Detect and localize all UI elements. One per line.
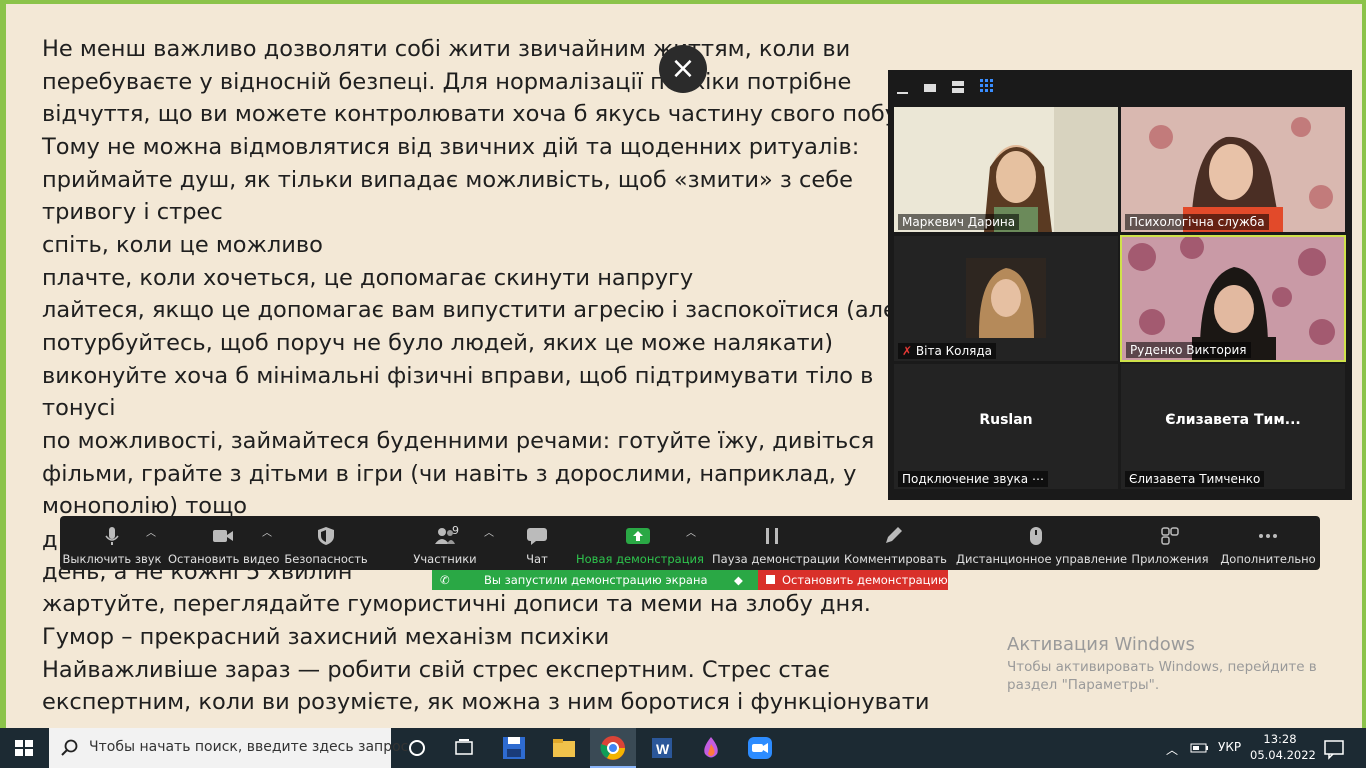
single-view-icon[interactable] — [923, 78, 937, 96]
language-indicator[interactable]: УКР — [1218, 740, 1241, 754]
doc-line: плачте, коли хочеться, це допомагає скин… — [42, 265, 694, 291]
doc-line: лайтеся, якщо це допомагає вам випустити… — [42, 297, 897, 323]
more-dots-icon — [1259, 534, 1277, 538]
minimize-icon[interactable] — [896, 78, 910, 96]
participant-tile-active-speaker[interactable]: Руденко Виктория — [1120, 235, 1346, 362]
pencil-icon — [886, 527, 902, 543]
grid-view-icon[interactable] — [979, 78, 995, 96]
windows-start-icon[interactable] — [10, 734, 38, 762]
shield-icon — [318, 527, 334, 545]
new-share-button[interactable]: ︿ Новая демонстрация — [576, 516, 704, 570]
video-camera-icon — [213, 530, 233, 542]
participant-name: Психологічна служба — [1125, 214, 1269, 230]
doc-line: виконуйте хоча б мінімальні фізичні впра… — [42, 363, 874, 389]
participant-name: ✗ Віта Коляда — [898, 343, 997, 359]
participant-name: Руденко Виктория — [1126, 342, 1251, 358]
apps-icon — [1161, 527, 1179, 545]
participants-button[interactable]: 9 ︿ Участники — [400, 516, 494, 570]
doc-line: тонусі — [42, 395, 116, 421]
doc-line: Не менш важливо дозволяти собі жити звич… — [42, 36, 851, 62]
svg-text:W: W — [656, 741, 670, 757]
doc-line: жартуйте, переглядайте гумористичні допи… — [42, 591, 871, 617]
participant-tile[interactable]: Психологічна служба — [1121, 107, 1345, 232]
battery-icon[interactable] — [1186, 734, 1214, 762]
chat-bubble-icon — [527, 528, 547, 545]
stop-share-button[interactable]: Остановить демонстрацию — [758, 570, 948, 590]
share-border-left — [0, 0, 6, 728]
more-button[interactable]: Дополнительно — [1220, 516, 1316, 570]
close-overlay-icon[interactable]: × — [659, 45, 707, 93]
zoom-app-icon[interactable] — [746, 734, 774, 762]
notifications-icon[interactable] — [1320, 734, 1348, 762]
windows-activation-watermark: Активация Windows Чтобы активировать Win… — [1007, 634, 1317, 693]
save-floppy-icon[interactable] — [500, 734, 528, 762]
participant-tile[interactable]: Маркевич Дарина — [894, 107, 1118, 232]
doc-line: Тому не можна відмовлятися від звичних д… — [42, 134, 860, 160]
share-border-top — [0, 0, 1366, 4]
stop-square-icon — [766, 575, 775, 584]
participant-tile[interactable]: Єлизавета Тим... Єлизавета Тимченко — [1121, 364, 1345, 489]
participant-name: Єлизавета Тимченко — [1125, 471, 1265, 487]
chevron-up-icon[interactable]: ︿ — [1166, 741, 1178, 758]
stop-share-label: Остановить демонстрацию — [782, 573, 948, 587]
file-explorer-icon[interactable] — [550, 734, 578, 762]
sharing-status-bar: ✆ Вы запустили демонстрацию экрана ◆ — [432, 570, 758, 590]
microphone-icon — [105, 527, 119, 545]
word-icon[interactable]: W — [648, 734, 676, 762]
doc-line: експертним, коли ви розумієте, як можна … — [42, 689, 930, 715]
participant-display-name: Єлизавета Тим... — [1165, 412, 1301, 428]
doc-line: перебуваєте у відносній безпеці. Для нор… — [42, 69, 852, 95]
pause-icon — [766, 528, 778, 544]
participants-count: 9 — [452, 524, 459, 537]
doc-line: Найважливіше зараз — робити свій стрес е… — [42, 657, 830, 683]
chevron-up-icon[interactable]: ︿ — [484, 524, 494, 539]
muted-mic-icon: ✗ — [902, 344, 913, 358]
chevron-up-icon[interactable]: ︿ — [686, 524, 696, 539]
doc-line: приймайте душ, як тільки випадає можливі… — [42, 167, 853, 193]
clock[interactable]: 13:28 05.04.2022 — [1250, 731, 1316, 763]
stop-video-button[interactable]: ︿ Остановить видео — [168, 516, 279, 570]
shield-check-icon: ◆ — [734, 573, 743, 587]
cortana-icon[interactable] — [403, 734, 431, 762]
annotate-button[interactable]: Комментировать — [844, 516, 947, 570]
mute-button[interactable]: ︿ Выключить звук — [60, 516, 164, 570]
doc-line: тривогу і стрес — [42, 199, 223, 225]
participant-tile[interactable]: Ruslan Подключение звука ⋯ — [894, 364, 1118, 489]
remote-control-button[interactable]: Дистанционное управление — [956, 516, 1127, 570]
share-border-right — [1362, 0, 1366, 728]
sharing-status-text: Вы запустили демонстрацию экрана — [484, 573, 708, 587]
video-gallery-panel: Маркевич Дарина Психологічна служба ✗ Ві… — [888, 70, 1352, 500]
mouse-icon — [1030, 527, 1042, 545]
phone-icon: ✆ — [440, 573, 450, 587]
meeting-controls-bar: ︿ Выключить звук ︿ Остановить видео Безо… — [60, 516, 1320, 570]
pause-share-button[interactable]: Пауза демонстрации — [712, 516, 840, 570]
participant-name: Маркевич Дарина — [898, 214, 1020, 230]
task-view-icon[interactable] — [450, 734, 478, 762]
chevron-up-icon[interactable]: ︿ — [146, 524, 156, 539]
doc-line: д — [42, 527, 58, 553]
strip-view-icon[interactable] — [951, 78, 965, 96]
apps-button[interactable]: Приложения — [1128, 516, 1212, 570]
participant-tile[interactable]: ✗ Віта Коляда — [894, 236, 1118, 361]
chat-button[interactable]: Чат — [510, 516, 564, 570]
search-icon — [61, 739, 78, 756]
doc-line: відчуття, що ви можете контролювати хоча… — [42, 101, 932, 127]
taskbar: Чтобы начать поиск, введите здесь запрос… — [0, 728, 1366, 768]
doc-line: фільми, грайте з дітьми в ігри (чи навіт… — [42, 461, 857, 487]
share-screen-icon — [626, 528, 650, 544]
doc-line: Гумор – прекрасний захисний механізм пси… — [42, 624, 610, 650]
chevron-up-icon[interactable]: ︿ — [262, 524, 272, 539]
chrome-icon — [600, 736, 625, 760]
security-button[interactable]: Безопасность — [284, 516, 368, 570]
doc-line: по можливості, займайтеся буденними реча… — [42, 428, 875, 454]
taskbar-search-input[interactable]: Чтобы начать поиск, введите здесь запрос — [49, 728, 408, 768]
paint-drop-icon[interactable] — [697, 734, 725, 762]
participant-status: Подключение звука ⋯ — [898, 471, 1048, 487]
doc-line: потурбуйтесь, щоб поруч не було людей, я… — [42, 330, 834, 356]
chrome-taskbar-item[interactable] — [590, 728, 636, 768]
participant-display-name: Ruslan — [979, 412, 1033, 428]
doc-line: спіть, коли це можливо — [42, 232, 323, 258]
